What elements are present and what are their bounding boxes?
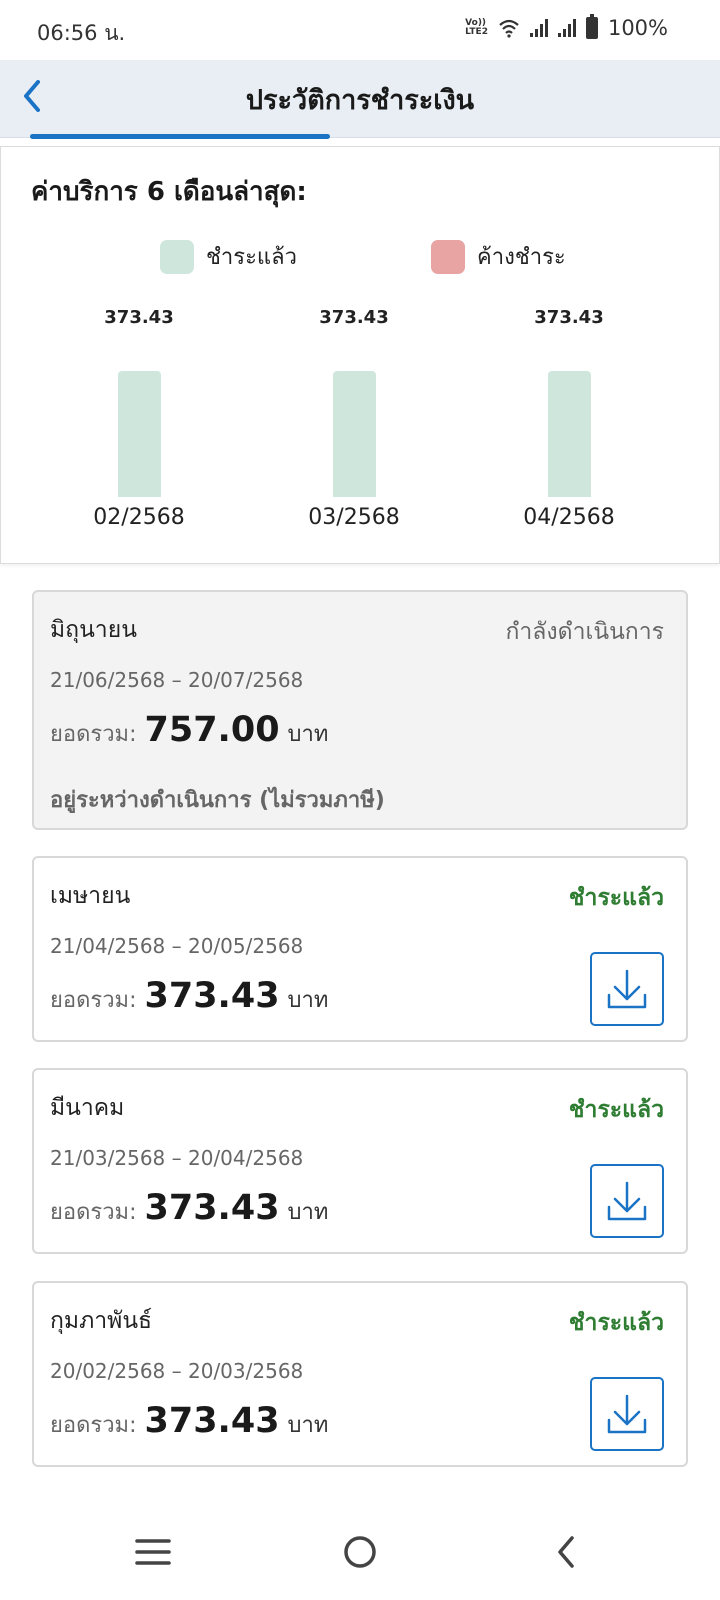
bill-card-february[interactable]: กุมภาพันธ์ ชำระแล้ว 20/02/2568 – 20/03/2… — [32, 1281, 688, 1467]
total-amount: 373.43 — [144, 1188, 280, 1228]
signal-icon-1 — [529, 19, 548, 37]
wifi-icon — [499, 19, 519, 38]
bill-card-march[interactable]: มีนาคม ชำระแล้ว 21/03/2568 – 20/04/2568 … — [32, 1068, 688, 1254]
bar-value-label: 373.43 — [319, 307, 389, 328]
bar[interactable] — [118, 371, 161, 497]
page-title: ประวัติการชำระเงิน — [245, 85, 475, 116]
bill-period: 21/04/2568 – 20/05/2568 — [50, 934, 304, 958]
download-button[interactable] — [590, 1377, 664, 1451]
bill-total: ยอดรวม: 373.43 บาท — [50, 1401, 328, 1442]
legend-overdue-label: ค้างชำระ — [477, 245, 566, 270]
bar-column: 373.43 04/2568 — [479, 307, 659, 547]
battery-percent: 100% — [607, 16, 668, 40]
bill-card-april[interactable]: เมษายน ชำระแล้ว 21/04/2568 – 20/05/2568 … — [32, 856, 688, 1042]
download-button[interactable] — [590, 952, 664, 1026]
total-unit: บาท — [287, 1200, 329, 1225]
system-nav-bar — [0, 1504, 720, 1600]
nav-home-button[interactable] — [330, 1524, 390, 1580]
chart-card: ค่าบริการ 6 เดือนล่าสุด: ชำระแล้ว ค้างชำ… — [0, 146, 720, 564]
bill-card-june[interactable]: มิถุนายน กำลังดำเนินการ 21/06/2568 – 20/… — [32, 590, 688, 830]
bill-total: ยอดรวม: 373.43 บาท — [50, 976, 328, 1017]
legend-overdue-swatch — [431, 239, 465, 274]
bar-column: 373.43 03/2568 — [264, 307, 444, 547]
bill-period: 21/06/2568 – 20/07/2568 — [50, 668, 304, 692]
bill-note: อยู่ระหว่างดำเนินการ (ไม่รวมภาษี) — [50, 788, 385, 813]
bill-total: ยอดรวม: 757.00 บาท — [50, 710, 328, 751]
status-time: 06:56 น. — [37, 21, 126, 45]
total-label: ยอดรวม: — [50, 1413, 137, 1438]
total-label: ยอดรวม: — [50, 988, 137, 1013]
signal-icon-2 — [557, 19, 576, 37]
bar-column: 373.43 02/2568 — [49, 307, 229, 547]
chart-title: ค่าบริการ 6 เดือนล่าสุด: — [31, 177, 307, 207]
bill-period: 20/02/2568 – 20/03/2568 — [50, 1359, 304, 1383]
download-icon — [607, 1181, 647, 1221]
bill-total: ยอดรวม: 373.43 บาท — [50, 1188, 328, 1229]
download-icon — [607, 969, 647, 1009]
bill-status: ชำระแล้ว — [568, 1310, 664, 1336]
total-unit: บาท — [287, 1413, 329, 1438]
bill-period: 21/03/2568 – 20/04/2568 — [50, 1146, 304, 1170]
total-unit: บาท — [287, 988, 329, 1013]
bar-value-label: 373.43 — [534, 307, 604, 328]
total-amount: 373.43 — [144, 1401, 280, 1441]
back-icon — [558, 1536, 574, 1568]
volte-icon: Vo)) LTE2 — [465, 19, 488, 37]
lte-label: LTE2 — [465, 27, 488, 37]
total-label: ยอดรวม: — [50, 722, 137, 747]
bar[interactable] — [548, 371, 591, 497]
bar-category-label: 03/2568 — [308, 505, 400, 530]
bar[interactable] — [333, 371, 376, 497]
menu-icon — [135, 1539, 171, 1565]
app-header: ประวัติการชำระเงิน — [0, 60, 720, 138]
bill-status: ชำระแล้ว — [568, 1097, 664, 1123]
total-amount: 373.43 — [144, 976, 280, 1016]
download-icon — [607, 1394, 647, 1434]
legend-overdue: ค้างชำระ — [431, 239, 566, 274]
nav-recent-button[interactable] — [123, 1524, 183, 1580]
bar-category-label: 02/2568 — [93, 505, 185, 530]
bill-status: กำลังดำเนินการ — [505, 619, 664, 645]
total-label: ยอดรวม: — [50, 1200, 137, 1225]
home-circle-icon — [344, 1536, 376, 1568]
status-bar: 06:56 น. Vo)) LTE2 100% — [0, 0, 720, 60]
total-unit: บาท — [287, 722, 329, 747]
bill-month: มิถุนายน — [50, 617, 137, 643]
bill-month: เมษายน — [50, 883, 131, 909]
battery-icon — [585, 14, 598, 39]
total-amount: 757.00 — [144, 710, 280, 750]
legend-paid-swatch — [160, 239, 194, 274]
bar-value-label: 373.43 — [104, 307, 174, 328]
tab-indicator — [30, 134, 330, 139]
bill-month: กุมภาพันธ์ — [50, 1308, 153, 1334]
download-button[interactable] — [590, 1164, 664, 1238]
legend-paid: ชำระแล้ว — [160, 239, 297, 274]
status-icons: Vo)) LTE2 100% — [465, 14, 668, 40]
legend-paid-label: ชำระแล้ว — [206, 245, 297, 270]
bill-status: ชำระแล้ว — [568, 885, 664, 911]
bar-category-label: 04/2568 — [523, 505, 615, 530]
bill-month: มีนาคม — [50, 1095, 125, 1121]
nav-back-button[interactable] — [536, 1524, 596, 1580]
